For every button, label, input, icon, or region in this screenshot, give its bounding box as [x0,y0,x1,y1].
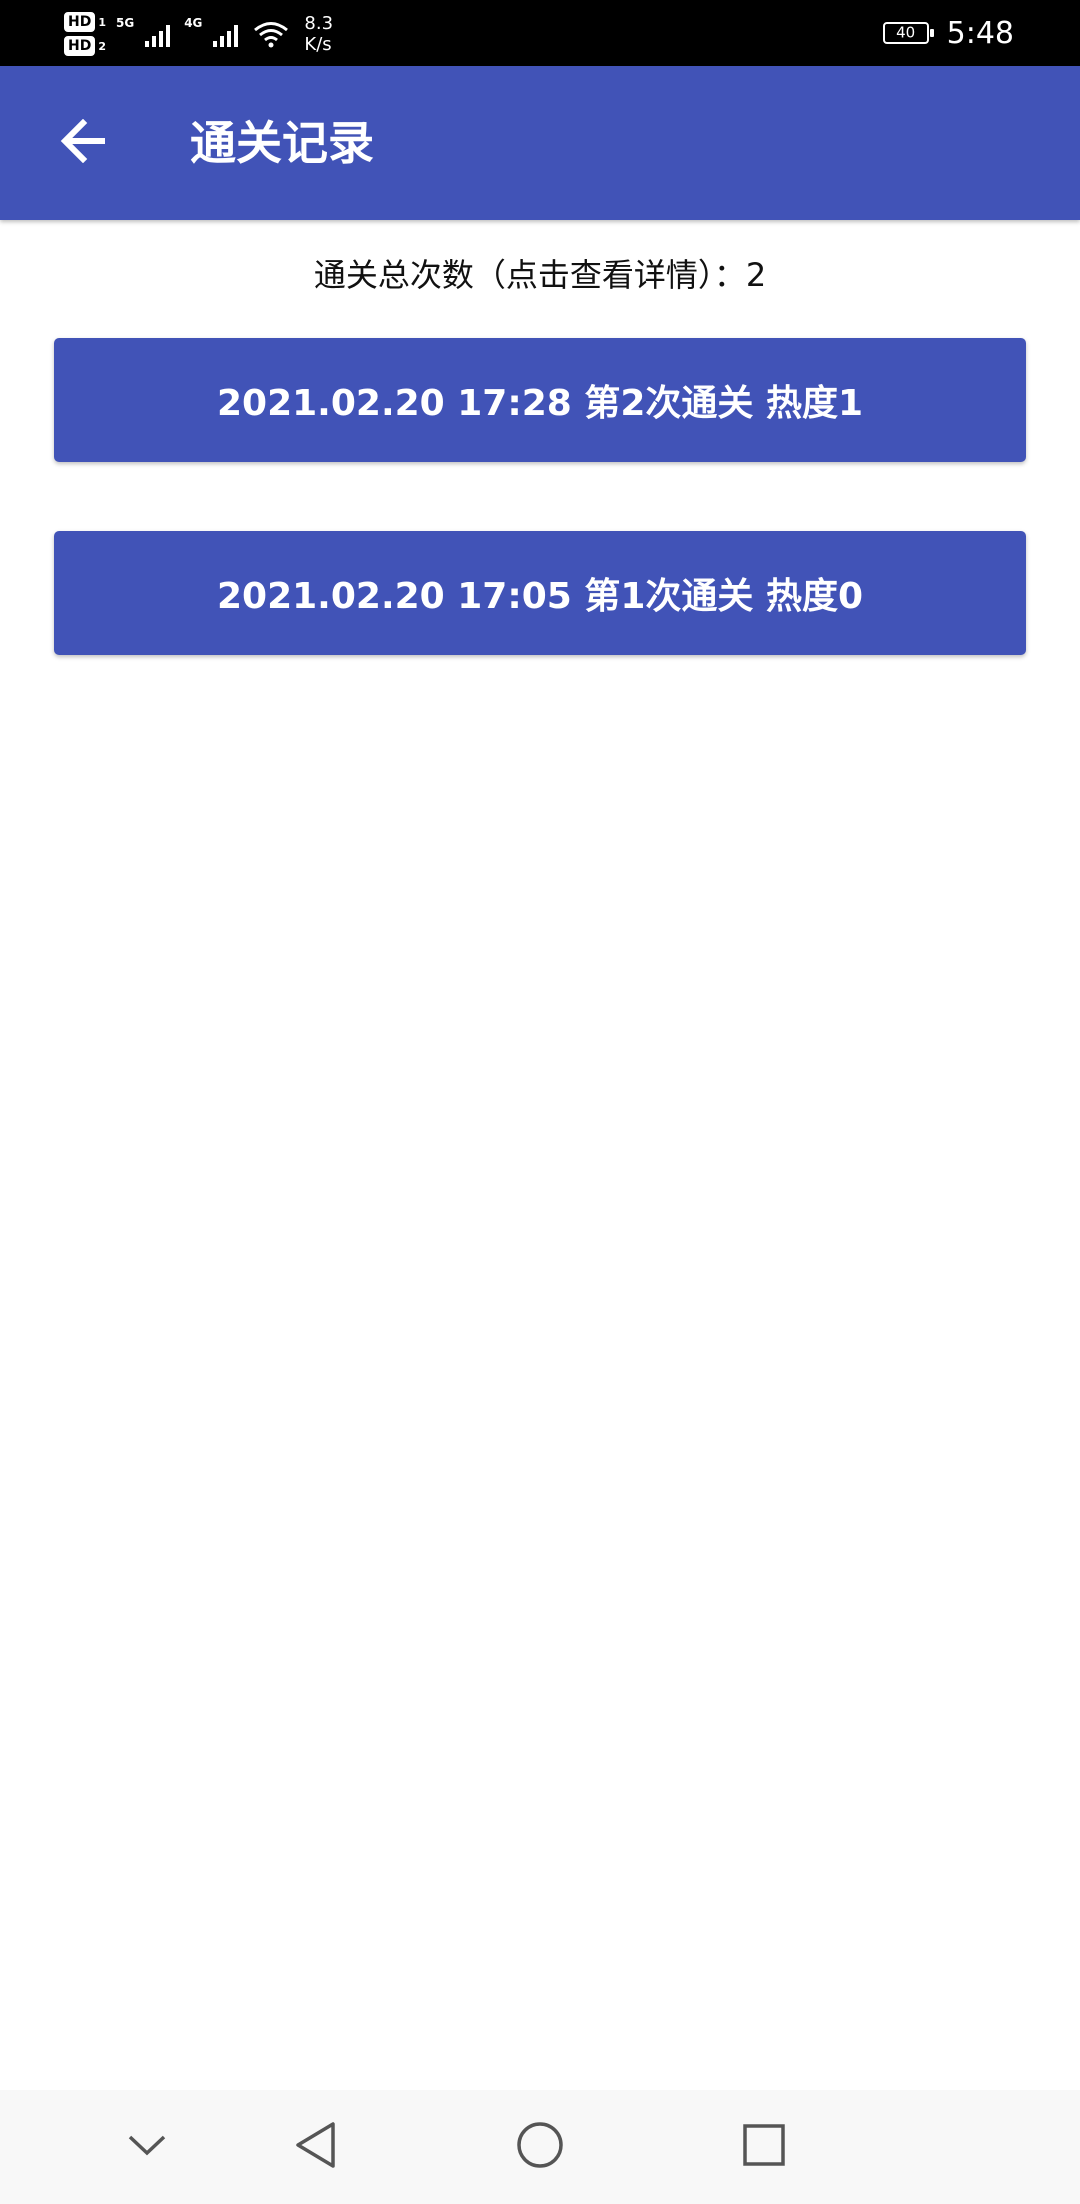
chevron-down-icon [127,2133,167,2161]
nav-back-button[interactable] [270,2090,360,2204]
status-bar-left: HD 1 HD 2 5G 4G 8.3 K/s [64,8,333,60]
circle-home-icon [515,2120,565,2174]
sim2-indicator: HD 2 [64,36,106,56]
sim1-index: 1 [98,15,106,29]
sim-indicators: HD 1 HD 2 [64,12,106,56]
nav-home-button[interactable] [495,2090,585,2204]
network-type-1: 5G [116,16,135,30]
square-recents-icon [741,2122,787,2172]
system-nav-bar [0,2090,1080,2204]
nav-recents-button[interactable] [719,2090,809,2204]
speed-unit: K/s [304,34,332,55]
wifi-icon [252,19,290,49]
network-speed: 8.3 K/s [304,13,333,55]
clock: 5:48 [946,15,1014,51]
arrow-left-icon [59,118,107,167]
sim2-index: 2 [98,39,106,53]
signal-icon [144,19,174,49]
status-bar: HD 1 HD 2 5G 4G 8.3 K/s 40 5:48 [0,0,1080,66]
app-bar: 通关记录 [0,66,1080,220]
back-button[interactable] [50,110,116,176]
signal-icon [212,19,242,49]
speed-value: 8.3 [304,13,334,34]
triangle-back-icon [293,2120,337,2174]
record-button[interactable]: 2021.02.20 17:05 第1次通关 热度0 [54,531,1026,655]
status-bar-right: 40 5:48 [882,0,1014,66]
page-title: 通关记录 [190,116,374,170]
clear-count-summary: 通关总次数（点击查看详情）：2 [313,256,767,294]
collapse-nav-button[interactable] [102,2090,192,2204]
hd-icon: HD [64,36,96,56]
sim1-indicator: HD 1 [64,12,106,32]
battery-level: 40 [896,23,916,42]
hd-icon: HD [64,12,96,32]
screen: HD 1 HD 2 5G 4G 8.3 K/s 40 5:48 通关记录 通关总… [0,0,1080,2204]
record-button[interactable]: 2021.02.20 17:28 第2次通关 热度1 [54,338,1026,462]
battery-icon: 40 [882,22,934,44]
network-type-2: 4G [184,16,203,30]
